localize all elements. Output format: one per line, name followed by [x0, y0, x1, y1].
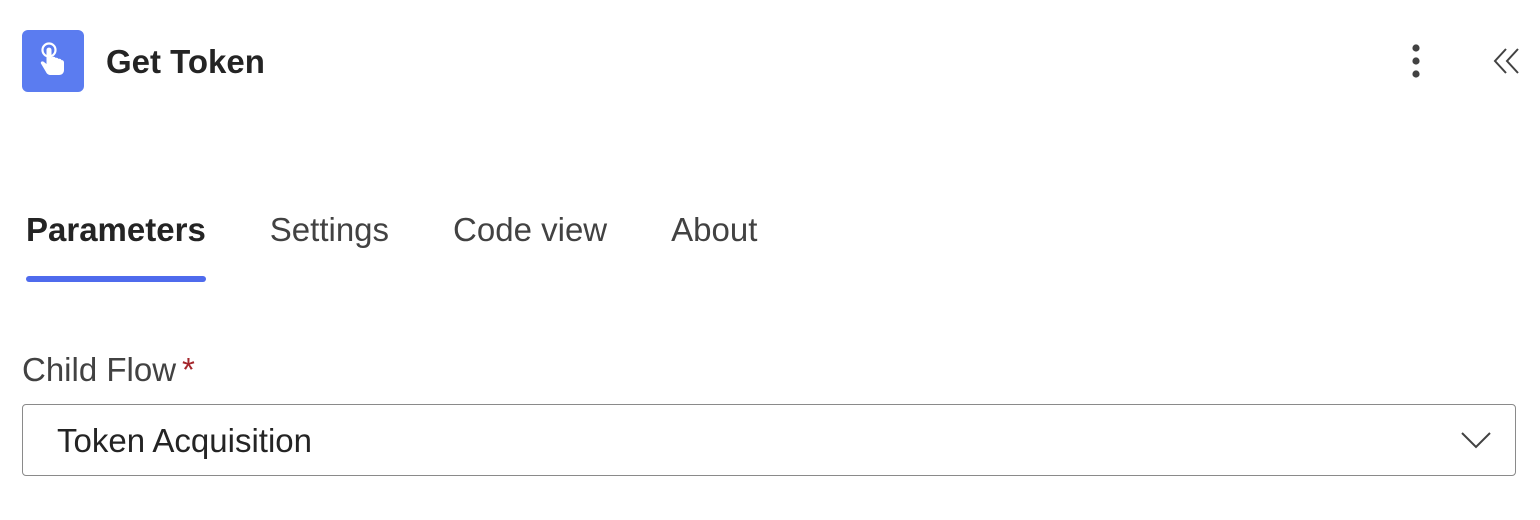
child-flow-dropdown[interactable]: Token Acquisition	[22, 404, 1516, 476]
tab-list: Parameters Settings Code view About	[26, 206, 821, 286]
page-title: Get Token	[106, 43, 265, 80]
chevron-down-icon	[1461, 432, 1491, 449]
child-flow-label: Child Flow *	[22, 350, 195, 390]
tab-about[interactable]: About	[671, 206, 757, 286]
tab-label: Code view	[453, 211, 608, 248]
more-vertical-icon	[1412, 44, 1420, 78]
tab-label: Settings	[269, 211, 390, 248]
hand-pointer-icon	[22, 30, 84, 92]
tab-label: About	[671, 211, 758, 248]
dropdown-selected-value: Token Acquisition	[57, 422, 312, 459]
header: Get Token	[22, 30, 1540, 92]
tab-settings[interactable]: Settings	[270, 206, 389, 286]
tab-label: Parameters	[26, 211, 206, 248]
more-options-button[interactable]	[1396, 36, 1436, 86]
tab-parameters[interactable]: Parameters	[26, 206, 206, 286]
double-chevron-left-icon	[1493, 48, 1519, 74]
active-tab-indicator	[26, 276, 206, 282]
collapse-panel-button[interactable]	[1484, 38, 1530, 84]
required-marker: *	[182, 351, 195, 388]
field-label-text: Child Flow	[22, 351, 177, 388]
tab-code-view[interactable]: Code view	[453, 206, 607, 286]
